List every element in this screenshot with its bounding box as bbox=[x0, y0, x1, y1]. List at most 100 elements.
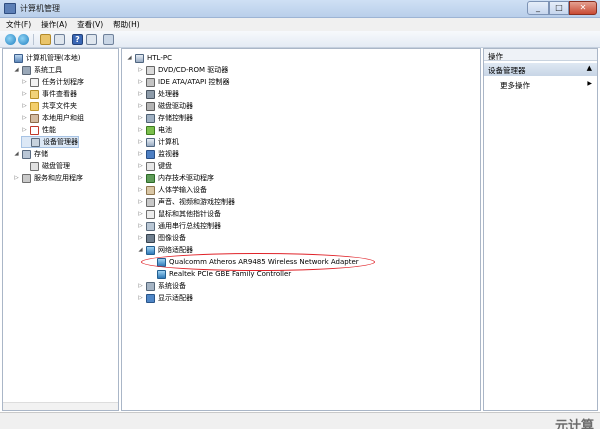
expand-arrow-icon[interactable]: ▷ bbox=[13, 175, 20, 181]
expand-arrow-icon[interactable]: ▷ bbox=[137, 211, 144, 217]
expand-arrow-icon[interactable]: ▷ bbox=[137, 283, 144, 289]
tree-item[interactable]: ▷ 人体学输入设备 bbox=[137, 184, 207, 196]
scan-hardware-icon[interactable] bbox=[103, 34, 114, 45]
tree-item[interactable]: ◢ 存储 bbox=[13, 148, 48, 160]
expand-arrow-icon[interactable]: ▷ bbox=[21, 79, 28, 85]
tree-item[interactable]: ▷ DVD/CD-ROM 驱动器 bbox=[137, 64, 228, 76]
show-hide-tree-icon[interactable] bbox=[54, 34, 65, 45]
properties-icon[interactable] bbox=[86, 34, 97, 45]
window-title: 计算机管理 bbox=[20, 4, 60, 13]
hdd-icon bbox=[146, 101, 155, 111]
tree-item-label: DVD/CD-ROM 驱动器 bbox=[158, 66, 229, 74]
tree-item[interactable]: ▷ 通用串行总线控制器 bbox=[137, 220, 221, 232]
collapse-icon[interactable]: ▲ bbox=[587, 64, 592, 72]
tree-item[interactable]: 设备管理器 bbox=[21, 136, 79, 148]
tree-item[interactable]: ▷ 处理器 bbox=[137, 88, 179, 100]
expand-arrow-icon[interactable]: ▷ bbox=[137, 115, 144, 121]
menu-action[interactable]: 操作(A) bbox=[41, 19, 67, 30]
cpu-icon bbox=[146, 89, 155, 99]
expand-arrow-icon[interactable]: ▷ bbox=[137, 103, 144, 109]
tree-item[interactable]: ▷ 声音、视频和游戏控制器 bbox=[137, 196, 235, 208]
tree-item[interactable]: ▷ 系统设备 bbox=[137, 280, 186, 292]
actions-pane: 操作 设备管理器 ▲ 更多操作 ▶ bbox=[483, 48, 598, 411]
tree-item[interactable]: ▷ 存储控制器 bbox=[137, 112, 193, 124]
performance-icon bbox=[30, 125, 39, 135]
tree-item-label: 计算机管理(本地) bbox=[26, 54, 81, 62]
actions-section-device-manager[interactable]: 设备管理器 ▲ bbox=[484, 63, 597, 76]
tree-item-label: 设备管理器 bbox=[43, 138, 78, 146]
tree-item[interactable]: ▷ 电池 bbox=[137, 124, 172, 136]
tree-item[interactable]: ▷ 图像设备 bbox=[137, 232, 186, 244]
event-viewer-icon bbox=[30, 89, 39, 99]
tree-item-label: 计算机 bbox=[158, 138, 179, 146]
expand-arrow-icon[interactable]: ▷ bbox=[137, 79, 144, 85]
tree-item[interactable]: 磁盘管理 bbox=[21, 160, 70, 172]
tree-item[interactable]: ◢ HTL-PC bbox=[126, 52, 172, 64]
horizontal-scrollbar[interactable] bbox=[3, 402, 118, 410]
menu-help[interactable]: 帮助(H) bbox=[113, 19, 140, 30]
collapse-arrow-icon[interactable]: ◢ bbox=[126, 55, 133, 61]
tree-item[interactable]: ▷ 任务计划程序 bbox=[21, 76, 84, 88]
menu-view[interactable]: 查看(V) bbox=[77, 19, 103, 30]
navigation-tree: 计算机管理(本地) ◢ 系统工具 ▷ 任务计划程序 ▷ 事件查看器 ▷ 共享文件夹 ▷ 本地用户和组… bbox=[2, 48, 119, 411]
expand-arrow-icon[interactable]: ▷ bbox=[137, 199, 144, 205]
network-adapter-icon bbox=[157, 269, 166, 279]
expand-arrow-icon[interactable]: ▷ bbox=[137, 67, 144, 73]
battery-icon bbox=[146, 125, 155, 135]
expand-arrow-icon[interactable]: ▷ bbox=[137, 127, 144, 133]
back-icon[interactable] bbox=[5, 34, 16, 45]
help-icon[interactable]: ? bbox=[72, 34, 83, 45]
expand-arrow-icon[interactable]: ▷ bbox=[137, 223, 144, 229]
tree-item[interactable]: ▷ 监视器 bbox=[137, 148, 179, 160]
expand-arrow-icon[interactable]: ▷ bbox=[137, 235, 144, 241]
expand-arrow-icon[interactable]: ▷ bbox=[137, 91, 144, 97]
maximize-button[interactable]: □ bbox=[549, 1, 569, 15]
display-adapter-icon bbox=[146, 293, 155, 303]
menu-file[interactable]: 文件(F) bbox=[6, 19, 31, 30]
tree-item[interactable]: ◢ 系统工具 bbox=[13, 64, 62, 76]
close-button[interactable]: ✕ bbox=[569, 1, 597, 15]
tree-item[interactable]: ▷ IDE ATA/ATAPI 控制器 bbox=[137, 76, 230, 88]
usb-icon bbox=[146, 221, 155, 231]
expand-arrow-icon[interactable]: ▷ bbox=[21, 127, 28, 133]
computer-management-icon bbox=[14, 53, 23, 63]
collapse-arrow-icon[interactable]: ◢ bbox=[13, 151, 20, 157]
expand-arrow-icon[interactable]: ▷ bbox=[137, 139, 144, 145]
forward-icon[interactable] bbox=[18, 34, 29, 45]
tree-item[interactable]: ▷ 共享文件夹 bbox=[21, 100, 77, 112]
tree-item-label: 磁盘管理 bbox=[42, 162, 70, 170]
expand-arrow-icon[interactable]: ▷ bbox=[137, 175, 144, 181]
hid-icon bbox=[146, 185, 155, 195]
tree-item[interactable]: ▷ 磁盘驱动器 bbox=[137, 100, 193, 112]
tree-item-label: 监视器 bbox=[158, 150, 179, 158]
tree-item[interactable]: ▷ 性能 bbox=[21, 124, 56, 136]
tree-item[interactable]: ▷ 显示适配器 bbox=[137, 292, 193, 304]
expand-arrow-icon[interactable]: ▷ bbox=[137, 151, 144, 157]
minimize-button[interactable]: _ bbox=[527, 1, 549, 15]
expand-arrow-icon[interactable]: ▷ bbox=[137, 295, 144, 301]
tree-item[interactable]: ▷ 服务和应用程序 bbox=[13, 172, 83, 184]
tree-item-label: 性能 bbox=[42, 126, 56, 134]
tree-item[interactable]: ▷ 本地用户和组 bbox=[21, 112, 84, 124]
sound-icon bbox=[146, 197, 155, 207]
tree-item[interactable]: ▷ 事件查看器 bbox=[21, 88, 77, 100]
more-actions-item[interactable]: 更多操作 bbox=[500, 80, 530, 91]
computer-management-icon bbox=[4, 3, 16, 14]
expand-arrow-icon[interactable]: ▷ bbox=[21, 103, 28, 109]
expand-arrow-icon[interactable]: ▷ bbox=[21, 91, 28, 97]
tree-item-label: 存储控制器 bbox=[158, 114, 193, 122]
tree-item[interactable]: ▷ 内存技术驱动程序 bbox=[137, 172, 214, 184]
tree-item-label: 图像设备 bbox=[158, 234, 186, 242]
up-folder-icon[interactable] bbox=[40, 34, 51, 45]
expand-arrow-icon[interactable]: ▷ bbox=[137, 163, 144, 169]
collapse-arrow-icon[interactable]: ◢ bbox=[137, 247, 144, 253]
collapse-arrow-icon[interactable]: ◢ bbox=[13, 67, 20, 73]
tree-item[interactable]: ▷ 计算机 bbox=[137, 136, 179, 148]
tree-item[interactable]: 计算机管理(本地) bbox=[5, 52, 80, 64]
expand-arrow-icon[interactable]: ▷ bbox=[21, 115, 28, 121]
shared-folder-icon bbox=[30, 101, 39, 111]
storage-controller-icon bbox=[146, 113, 155, 123]
expand-arrow-icon[interactable]: ▷ bbox=[137, 187, 144, 193]
tree-item[interactable]: ▷ 鼠标和其他指针设备 bbox=[137, 208, 221, 220]
tree-item[interactable]: ▷ 键盘 bbox=[137, 160, 172, 172]
